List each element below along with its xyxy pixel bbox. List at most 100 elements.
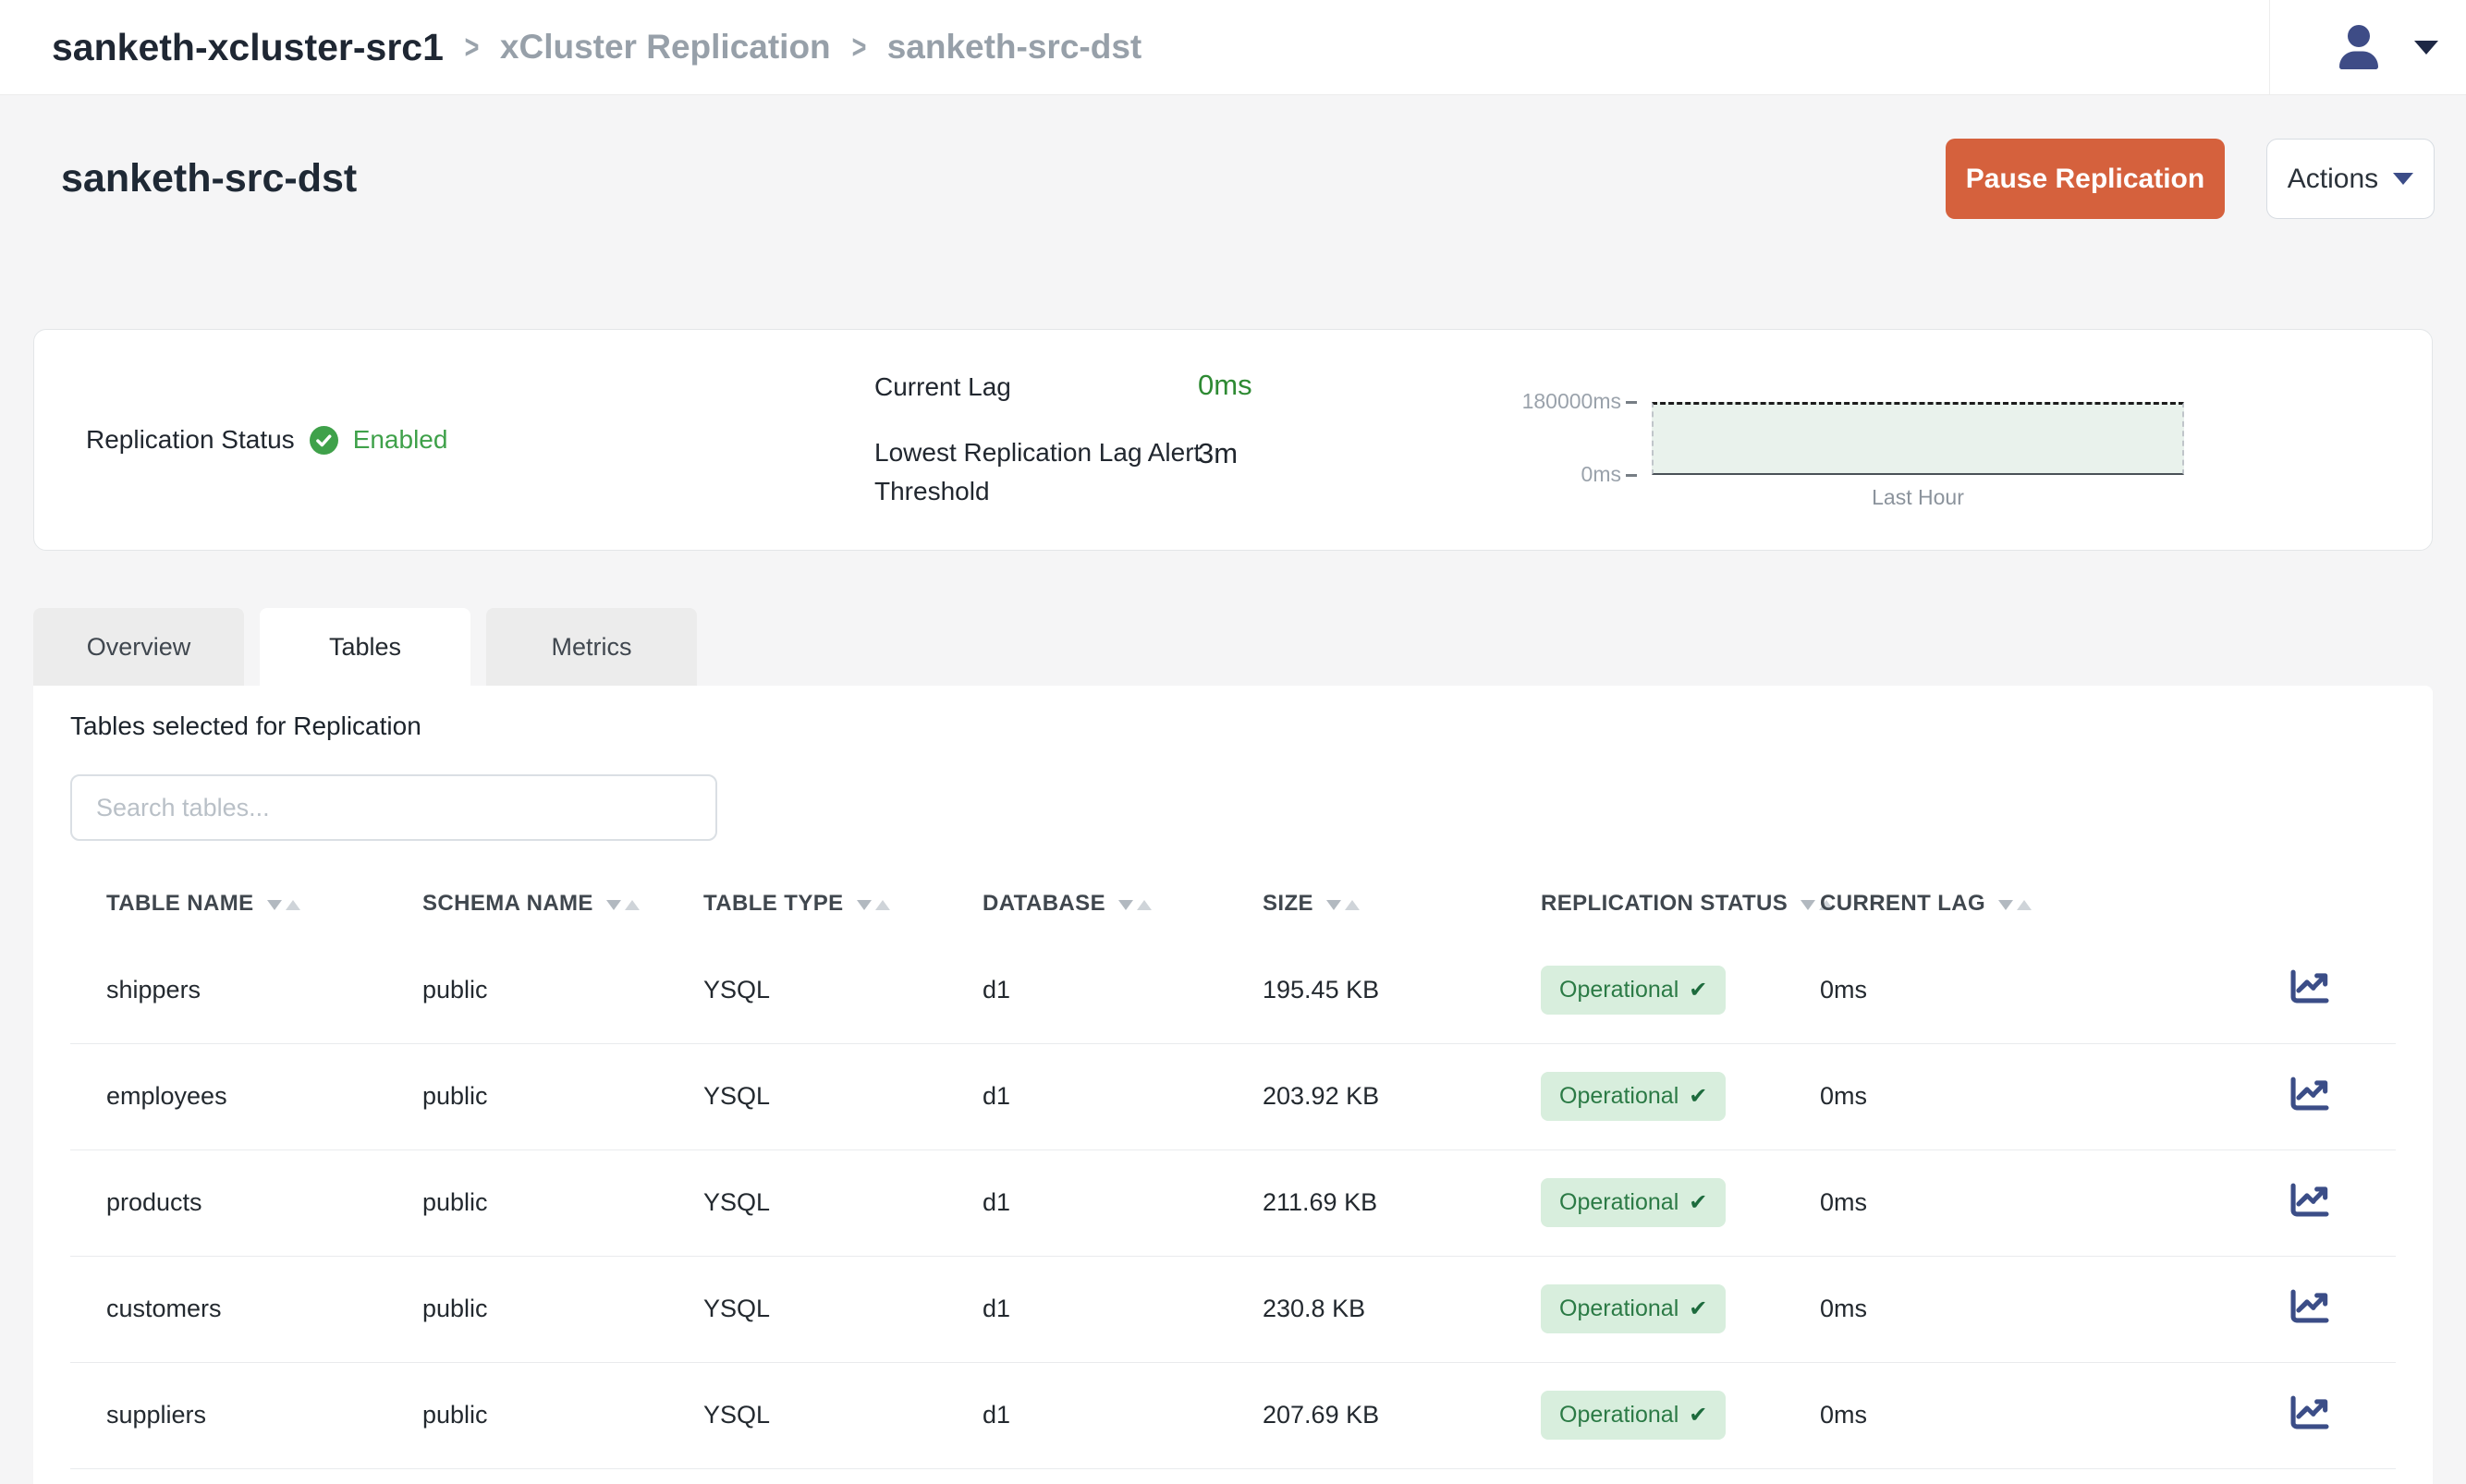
cell-current-lag: 0ms [1784, 1043, 2098, 1149]
table-header-row: TABLE NAME SCHEMA NAME TABLE TYPE DATABA… [70, 870, 2396, 937]
cell-table-type: YSQL [667, 937, 946, 1043]
breadcrumb-replication-current: sanketh-src-dst [887, 28, 1142, 67]
chevron-down-icon [2393, 173, 2413, 185]
sort-desc-icon[interactable] [1118, 900, 1133, 910]
check-icon [1689, 1295, 1707, 1322]
table-row[interactable]: shippers public YSQL d1 195.45 KB Operat… [70, 937, 2396, 1043]
sort-desc-icon[interactable] [1801, 900, 1815, 910]
chart-line-icon [2289, 1393, 2331, 1431]
search-tables-input[interactable] [70, 774, 717, 841]
sort-asc-icon[interactable] [1345, 900, 1360, 910]
lag-mini-chart [1652, 402, 2184, 475]
actions-button[interactable]: Actions [2266, 139, 2435, 219]
replication-tables-table: TABLE NAME SCHEMA NAME TABLE TYPE DATABA… [70, 870, 2396, 1469]
status-badge-label: Operational [1559, 1083, 1679, 1110]
cell-row-actions [2098, 1043, 2396, 1149]
table-row[interactable]: customers public YSQL d1 230.8 KB Operat… [70, 1256, 2396, 1362]
sort-asc-icon[interactable] [875, 900, 890, 910]
cell-current-lag: 0ms [1784, 1256, 2098, 1362]
sort-desc-icon[interactable] [606, 900, 621, 910]
cell-table-type: YSQL [667, 1149, 946, 1256]
chart-line-icon [2289, 967, 2331, 1005]
table-body: shippers public YSQL d1 195.45 KB Operat… [70, 937, 2396, 1468]
sort-asc-icon[interactable] [286, 900, 300, 910]
user-menu-chevron-down-icon[interactable] [2414, 41, 2438, 55]
status-badge: Operational [1541, 1284, 1726, 1333]
sort-asc-icon[interactable] [625, 900, 640, 910]
column-header-label: TABLE NAME [106, 891, 254, 916]
chart-line-icon [2289, 1287, 2331, 1325]
sort-arrows-icon[interactable] [857, 900, 890, 910]
lag-chart-ymax-label: 180000ms [1374, 389, 1637, 414]
sort-arrows-icon[interactable] [1998, 900, 2032, 910]
current-lag-value: 0ms [1198, 369, 1252, 402]
status-badge-label: Operational [1559, 977, 1679, 1004]
cell-current-lag: 0ms [1784, 1362, 2098, 1468]
sort-desc-icon[interactable] [267, 900, 282, 910]
column-header[interactable]: REPLICATION STATUS [1505, 870, 1784, 937]
sort-desc-icon[interactable] [1326, 900, 1341, 910]
cell-database: d1 [946, 1043, 1227, 1149]
chart-line-icon [2289, 1181, 2331, 1219]
status-badge: Operational [1541, 966, 1726, 1015]
open-lag-chart-button[interactable] [2289, 1287, 2331, 1325]
user-icon[interactable] [2337, 25, 2381, 69]
sort-arrows-icon[interactable] [267, 900, 300, 910]
column-header[interactable]: CURRENT LAG [1784, 870, 2098, 937]
column-header-label: TABLE TYPE [703, 891, 844, 916]
column-header-actions [2098, 870, 2396, 937]
open-lag-chart-button[interactable] [2289, 967, 2331, 1005]
sort-arrows-icon[interactable] [1326, 900, 1360, 910]
table-row[interactable]: suppliers public YSQL d1 207.69 KB Opera… [70, 1362, 2396, 1468]
open-lag-chart-button[interactable] [2289, 1181, 2331, 1219]
tab-metrics[interactable]: Metrics [486, 608, 697, 686]
sort-desc-icon[interactable] [1998, 900, 2013, 910]
cell-database: d1 [946, 1256, 1227, 1362]
replication-status-group: Replication Status Enabled [86, 330, 447, 550]
cell-table-type: YSQL [667, 1362, 946, 1468]
open-lag-chart-button[interactable] [2289, 1075, 2331, 1113]
cell-size: 211.69 KB [1227, 1149, 1505, 1256]
column-header[interactable]: DATABASE [946, 870, 1227, 937]
breadcrumb-section-link[interactable]: xCluster Replication [500, 28, 831, 67]
breadcrumb-universe-link[interactable]: sanketh-xcluster-src1 [52, 26, 444, 69]
table-row[interactable]: products public YSQL d1 211.69 KB Operat… [70, 1149, 2396, 1256]
sort-desc-icon[interactable] [857, 900, 872, 910]
cell-schema-name: public [386, 937, 667, 1043]
column-header[interactable]: SIZE [1227, 870, 1505, 937]
sort-asc-icon[interactable] [1137, 900, 1152, 910]
cell-size: 195.45 KB [1227, 937, 1505, 1043]
column-header[interactable]: TABLE NAME [70, 870, 386, 937]
column-header[interactable]: TABLE TYPE [667, 870, 946, 937]
check-icon [1689, 1189, 1707, 1216]
breadcrumb-chevron-icon [851, 28, 866, 67]
sort-arrows-icon[interactable] [606, 900, 640, 910]
open-lag-chart-button[interactable] [2289, 1393, 2331, 1431]
status-badge: Operational [1541, 1072, 1726, 1121]
pause-replication-button[interactable]: Pause Replication [1946, 139, 2225, 219]
cell-table-type: YSQL [667, 1256, 946, 1362]
cell-schema-name: public [386, 1149, 667, 1256]
lag-chart-ymin-label: 0ms [1374, 462, 1637, 487]
cell-table-name: products [70, 1149, 386, 1256]
cell-replication-status: Operational [1505, 1362, 1784, 1468]
column-header-label: REPLICATION STATUS [1541, 891, 1788, 916]
check-icon [1689, 977, 1707, 1004]
tab-overview[interactable]: Overview [33, 608, 244, 686]
cell-database: d1 [946, 937, 1227, 1043]
status-badge-label: Operational [1559, 1402, 1679, 1429]
cell-table-name: employees [70, 1043, 386, 1149]
table-row[interactable]: employees public YSQL d1 203.92 KB Opera… [70, 1043, 2396, 1149]
sort-arrows-icon[interactable] [1118, 900, 1152, 910]
check-circle-icon [310, 426, 338, 455]
page-header: sanketh-src-dst Pause Replication Action… [61, 139, 2435, 219]
topbar-divider [2269, 0, 2270, 94]
column-header[interactable]: SCHEMA NAME [386, 870, 667, 937]
cell-replication-status: Operational [1505, 1043, 1784, 1149]
tab-tables[interactable]: Tables [260, 608, 470, 686]
status-badge-label: Operational [1559, 1189, 1679, 1216]
breadcrumb: sanketh-xcluster-src1 xCluster Replicati… [52, 26, 1141, 69]
cell-table-type: YSQL [667, 1043, 946, 1149]
tables-section-heading: Tables selected for Replication [70, 686, 2396, 745]
sort-asc-icon[interactable] [2017, 900, 2032, 910]
